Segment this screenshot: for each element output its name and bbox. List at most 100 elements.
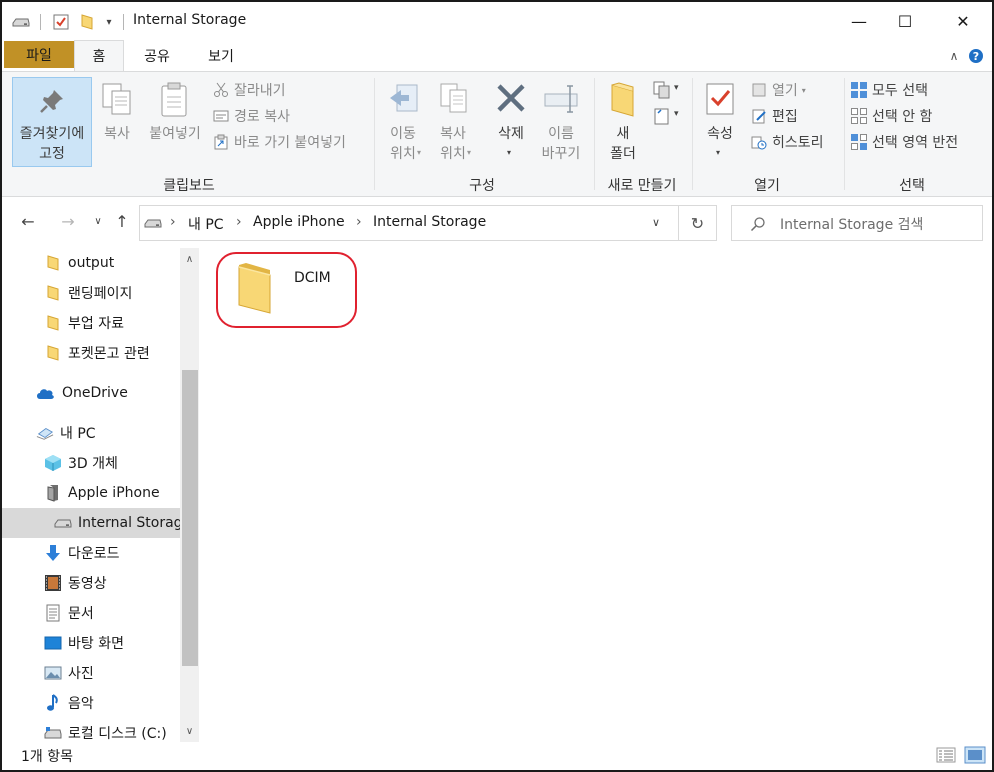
nav-item-pokemon-go[interactable]: 포켓몬고 관련 [2, 338, 180, 368]
up-arrow-icon[interactable]: ↑ [110, 209, 134, 233]
new-folder-label-line2: 폴더 [610, 146, 636, 162]
nav-item-label: Internal Storage [78, 515, 180, 531]
tab-view[interactable]: 보기 [198, 40, 244, 71]
new-folder-label-line1: 새 [616, 126, 630, 142]
copy-to-button[interactable]: 복사 위치 ▾ [430, 80, 476, 166]
svg-text:?: ? [973, 50, 979, 63]
item-count: 1개 항목 [21, 749, 73, 765]
nav-item-label: 다운로드 [68, 546, 120, 562]
history-icon [750, 133, 768, 151]
nav-item-internal-storage[interactable]: Internal Storage [2, 508, 180, 538]
organize-group-label: 구성 [469, 178, 495, 194]
tab-home[interactable]: 홈 [74, 40, 124, 71]
local-disk-icon [44, 724, 62, 742]
nav-item-apple-iphone[interactable]: Apple iPhone [2, 478, 180, 508]
scroll-down-icon[interactable]: ∨ [180, 722, 199, 740]
folder-icon [44, 284, 62, 302]
maximize-button[interactable]: ☐ [882, 2, 928, 40]
edit-button[interactable]: 편집 [750, 104, 798, 128]
collapse-ribbon-icon[interactable]: ∧ [944, 40, 964, 71]
delete-label: 삭제 [498, 126, 524, 142]
pin-to-quick-access-button[interactable]: 즐겨찾기에 고정 [12, 77, 92, 167]
minimize-button[interactable]: — [836, 2, 882, 40]
edit-icon [750, 107, 768, 125]
properties-dropdown-icon: ▾ [716, 148, 721, 157]
paste-shortcut-label: 바로 가기 붙여넣기 [234, 135, 346, 151]
cut-button[interactable]: 잘라내기 [212, 78, 286, 102]
open-button[interactable]: 열기 ▾ [750, 78, 806, 102]
qat-dropdown-icon[interactable]: ▾ [100, 13, 118, 31]
paste-shortcut-icon [212, 133, 230, 151]
nav-item-desktop[interactable]: 바탕 화면 [2, 628, 180, 658]
invert-selection-button[interactable]: 선택 영역 반전 [850, 130, 958, 154]
address-dropdown-chevron-icon[interactable]: ∨ [652, 216, 660, 229]
paste-button[interactable]: 붙여넣기 [142, 82, 208, 162]
nav-item-documents[interactable]: 문서 [2, 598, 180, 628]
nav-scrollbar-thumb[interactable] [182, 370, 198, 666]
nav-item-landing-page[interactable]: 랜딩페이지 [2, 278, 180, 308]
nav-item-onedrive[interactable]: OneDrive [2, 378, 180, 408]
copy-path-button[interactable]: 경로 복사 [212, 104, 290, 128]
search-icon [750, 216, 766, 236]
nav-item-label: 바탕 화면 [68, 636, 124, 652]
nav-item-videos[interactable]: 동영상 [2, 568, 180, 598]
history-button[interactable]: 히스토리 [750, 130, 824, 154]
recent-locations-chevron-icon[interactable]: ∨ [86, 209, 110, 233]
breadcrumb-this-pc[interactable]: 내 PC [188, 214, 224, 234]
delete-button[interactable]: 삭제 ▾ [488, 80, 534, 166]
rename-label-line1: 이름 [548, 126, 574, 142]
nav-item-output[interactable]: output [2, 248, 180, 278]
nav-item-label: 랜딩페이지 [68, 286, 133, 302]
navigation-pane: output 랜딩페이지 부업 자료 포켓몬고 관련 OneDrive 내 PC… [2, 248, 200, 742]
large-icons-view-icon[interactable] [964, 746, 986, 768]
nav-item-label: output [68, 255, 115, 271]
copy-to-icon [438, 82, 470, 118]
rename-button[interactable]: 이름 바꾸기 [536, 80, 586, 166]
pin-icon [39, 88, 65, 118]
properties-button[interactable]: 속성 ▾ [698, 80, 742, 166]
easy-access-button[interactable]: ▾ [652, 106, 684, 128]
nav-item-local-disk-c[interactable]: 로컬 디스크 (C:) [2, 718, 180, 742]
file-explorer-window: ▾ Internal Storage — ☐ ✕ 파일 홈 공유 보기 ∧ ? … [0, 0, 994, 772]
close-button[interactable]: ✕ [940, 2, 986, 40]
help-icon[interactable]: ? [966, 40, 986, 71]
new-folder-icon [609, 82, 637, 122]
refresh-icon[interactable]: ↻ [679, 205, 717, 241]
address-drive-icon [144, 217, 162, 233]
copy-button[interactable]: 복사 [98, 82, 136, 162]
properties-check-icon[interactable] [52, 13, 70, 31]
breadcrumb-internal-storage[interactable]: Internal Storage [373, 214, 486, 230]
search-placeholder: Internal Storage 검색 [780, 217, 924, 233]
new-item-button[interactable]: ▾ [652, 80, 684, 102]
move-to-button[interactable]: 이동 위치 ▾ [380, 80, 426, 166]
breadcrumb-apple-iphone[interactable]: Apple iPhone [253, 214, 345, 230]
tab-file[interactable]: 파일 [4, 41, 74, 68]
forward-arrow-icon[interactable]: → [56, 209, 80, 233]
tab-share[interactable]: 공유 [134, 40, 180, 71]
download-arrow-icon [44, 544, 62, 562]
drive-icon[interactable] [12, 13, 30, 31]
nav-item-side-job-materials[interactable]: 부업 자료 [2, 308, 180, 338]
select-all-button[interactable]: 모두 선택 [850, 78, 928, 102]
address-bar[interactable]: › 내 PC › Apple iPhone › Internal Storage… [139, 205, 679, 241]
new-folder-button[interactable]: 새 폴더 [602, 80, 644, 166]
new-folder-qat-icon[interactable] [78, 13, 96, 31]
back-arrow-icon[interactable]: ← [16, 209, 40, 233]
folder-icon [44, 314, 62, 332]
scroll-up-icon[interactable]: ∧ [180, 250, 199, 268]
search-box[interactable]: Internal Storage 검색 [731, 205, 983, 241]
nav-item-this-pc[interactable]: 내 PC [2, 418, 180, 448]
select-all-label: 모두 선택 [872, 83, 928, 99]
nav-item-downloads[interactable]: 다운로드 [2, 538, 180, 568]
picture-icon [44, 664, 62, 682]
nav-item-3d-objects[interactable]: 3D 개체 [2, 448, 180, 478]
paste-shortcut-button[interactable]: 바로 가기 붙여넣기 [212, 130, 346, 154]
nav-item-pictures[interactable]: 사진 [2, 658, 180, 688]
nav-item-music[interactable]: 음악 [2, 688, 180, 718]
select-none-label: 선택 안 함 [872, 109, 933, 125]
copy-label: 복사 [104, 126, 130, 142]
delete-dropdown-icon: ▾ [507, 148, 512, 157]
details-view-icon[interactable] [936, 746, 956, 768]
select-none-button[interactable]: 선택 안 함 [850, 104, 932, 128]
easy-access-dropdown-icon: ▾ [674, 109, 679, 119]
